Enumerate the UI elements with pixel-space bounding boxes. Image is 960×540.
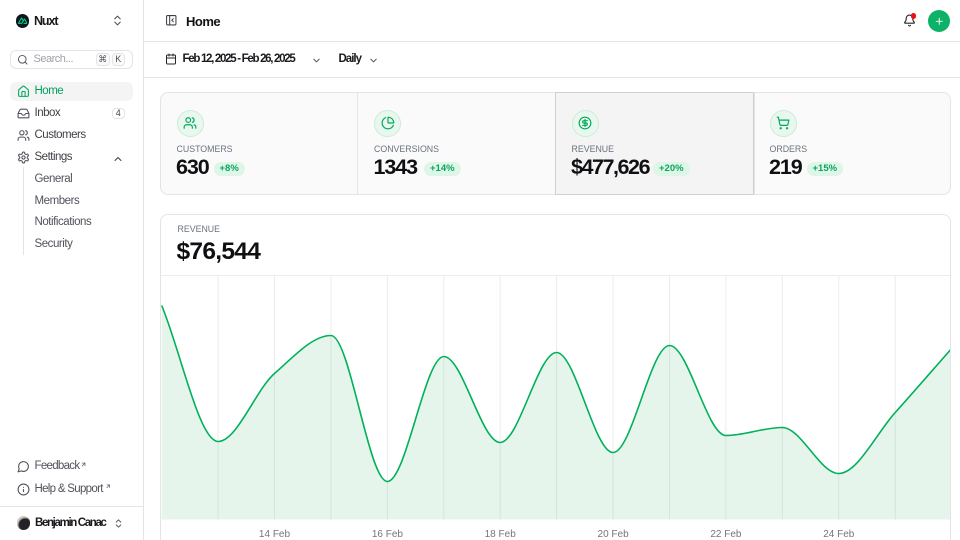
- svg-text:24 Feb: 24 Feb: [823, 529, 855, 540]
- svg-text:22 Feb: 22 Feb: [710, 529, 742, 540]
- svg-text:14 Feb: 14 Feb: [258, 529, 290, 540]
- svg-text:18 Feb: 18 Feb: [484, 529, 516, 540]
- svg-text:20 Feb: 20 Feb: [597, 529, 629, 540]
- svg-text:16 Feb: 16 Feb: [371, 529, 403, 540]
